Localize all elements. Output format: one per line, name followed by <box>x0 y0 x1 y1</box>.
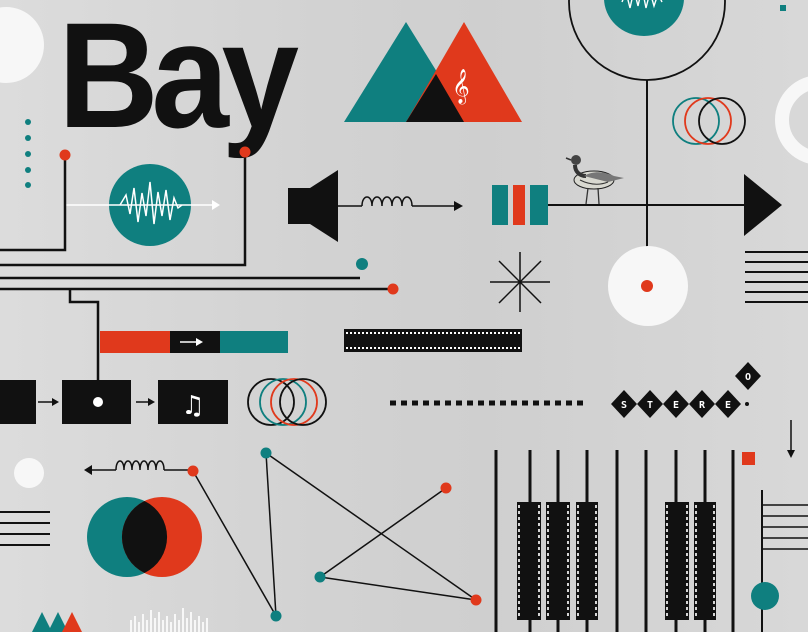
coil-arrow-left <box>84 460 192 475</box>
stereo-letter-t: T <box>647 400 653 411</box>
stereo-letter-o: O <box>745 372 751 383</box>
dotted-column <box>25 119 31 188</box>
node-dot <box>314 571 326 583</box>
mini-triangle-logo-icon <box>32 612 82 632</box>
resistor-block <box>492 185 548 225</box>
node-dot <box>440 482 452 494</box>
color-bar <box>100 331 288 353</box>
node-dot <box>470 594 482 606</box>
teal-dot <box>751 582 779 610</box>
coil-arrow <box>338 196 463 211</box>
network-graph <box>192 452 477 617</box>
top-waveform-icon <box>604 0 684 36</box>
stereo-letter-e: E <box>673 400 679 411</box>
film-strip <box>344 329 522 352</box>
signal-chain: ♫ <box>0 380 228 424</box>
edge-ring <box>775 76 808 164</box>
node-dot <box>59 149 71 161</box>
small-white-circle <box>14 458 44 488</box>
down-arrow-icon <box>787 420 795 458</box>
triangle-logo-icon: 𝄞 <box>344 22 522 122</box>
piano-keys <box>494 450 735 632</box>
asterisk-icon <box>490 252 550 312</box>
stereo-letter-r: R <box>699 400 706 411</box>
waveform-icon <box>66 164 220 246</box>
poster-artwork: 𝄞 ♫ S T E R E O <box>0 0 808 632</box>
stereo-label: S T E R E O <box>611 362 761 418</box>
node-dot <box>260 447 272 459</box>
node-dot <box>239 146 251 158</box>
right-bottom-lines <box>761 490 808 632</box>
stereo-letter-e2: E <box>725 400 731 411</box>
node-dot <box>187 465 199 477</box>
node-dot <box>641 280 653 292</box>
rings-middle <box>247 378 327 426</box>
play-arrow-icon <box>744 174 782 236</box>
small-square <box>780 5 786 11</box>
stereo-letter-s: S <box>621 400 627 411</box>
right-lines <box>745 251 808 303</box>
venn-circles <box>87 497 202 577</box>
node-dot <box>270 610 282 622</box>
music-note-icon: ♫ <box>181 391 204 421</box>
node-dot <box>356 258 368 270</box>
small-red-square <box>742 452 755 465</box>
equalizer-bars <box>130 608 208 632</box>
node-dot <box>387 283 399 295</box>
bird-icon <box>565 155 624 205</box>
treble-clef-icon: 𝄞 <box>452 69 470 105</box>
rings-top <box>672 97 746 145</box>
left-lines <box>0 511 50 546</box>
corner-circle <box>0 7 44 83</box>
speaker-icon <box>288 170 338 242</box>
